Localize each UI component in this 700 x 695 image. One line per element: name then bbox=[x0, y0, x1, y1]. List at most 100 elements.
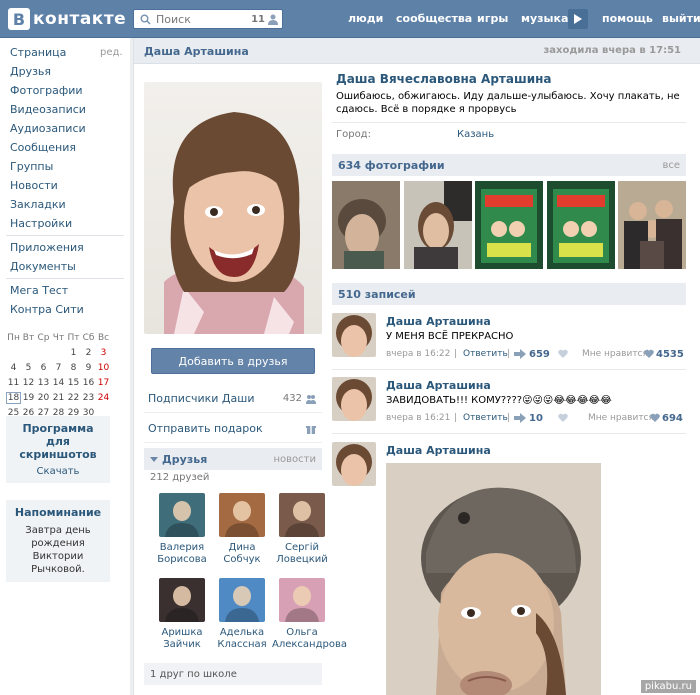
nav-help[interactable]: помощь bbox=[602, 12, 653, 25]
calendar-day[interactable]: 19 bbox=[21, 393, 36, 403]
menu-audio[interactable]: Аудиозаписи bbox=[10, 122, 86, 135]
photo-thumb[interactable] bbox=[618, 181, 686, 269]
nav-people[interactable]: люди bbox=[348, 12, 383, 25]
school-friends-bar[interactable]: 1 друг по школе bbox=[144, 663, 322, 685]
nav-games[interactable]: игры bbox=[477, 12, 508, 25]
menu-photos[interactable]: Фотографии bbox=[10, 84, 83, 97]
play-button[interactable] bbox=[568, 9, 588, 29]
menu-apps[interactable]: Приложения bbox=[10, 241, 84, 254]
calendar-day[interactable]: 3 bbox=[96, 348, 111, 358]
calendar-day[interactable]: 20 bbox=[36, 393, 51, 403]
menu-documents[interactable]: Документы bbox=[10, 260, 76, 273]
calendar-day[interactable]: 18 bbox=[6, 391, 21, 404]
menu-news[interactable]: Новости bbox=[10, 179, 58, 192]
calendar-day[interactable]: 7 bbox=[51, 363, 66, 373]
post-author-name[interactable]: Даша Арташина bbox=[386, 444, 491, 457]
nav-music[interactable]: музыка bbox=[521, 12, 568, 25]
heart-icon[interactable] bbox=[644, 349, 654, 362]
profile-avatar[interactable] bbox=[144, 82, 322, 334]
menu-edit-link[interactable]: ред. bbox=[100, 47, 123, 58]
menu-groups[interactable]: Группы bbox=[10, 160, 53, 173]
menu-app-mega-test[interactable]: Мега Тест bbox=[10, 284, 68, 297]
photos-all-link[interactable]: все bbox=[662, 160, 680, 171]
post-time[interactable]: вчера в 16:22 bbox=[386, 349, 450, 359]
post-author-name[interactable]: Даша Арташина bbox=[386, 315, 491, 328]
friend-name[interactable]: Ольга Александрова bbox=[272, 627, 347, 651]
repost-icon[interactable] bbox=[514, 413, 526, 426]
person-icon[interactable] bbox=[268, 14, 278, 25]
friend-card[interactable]: Дина Собчук bbox=[212, 493, 272, 566]
friends-count[interactable]: 212 друзей bbox=[150, 472, 209, 483]
friend-photo[interactable] bbox=[219, 578, 265, 622]
repost-icon[interactable] bbox=[514, 349, 526, 362]
calendar-day[interactable]: 11 bbox=[6, 378, 21, 388]
post-author-avatar[interactable] bbox=[332, 377, 376, 421]
friend-name[interactable]: Аделька Классная bbox=[212, 627, 272, 651]
friend-photo[interactable] bbox=[279, 578, 325, 622]
menu-app-contra-city[interactable]: Контра Сити bbox=[10, 303, 84, 316]
city-value[interactable]: Казань bbox=[457, 129, 494, 140]
friends-news-link[interactable]: новости bbox=[274, 454, 317, 465]
calendar-day[interactable]: 14 bbox=[51, 378, 66, 388]
calendar-day[interactable]: 21 bbox=[51, 393, 66, 403]
calendar-day[interactable]: 24 bbox=[96, 393, 111, 403]
post-author-avatar[interactable] bbox=[332, 442, 376, 486]
wall-section-header[interactable]: 510 записей bbox=[332, 283, 686, 305]
promo-download-link[interactable]: Скачать bbox=[10, 466, 106, 477]
nav-communities[interactable]: сообщества bbox=[396, 12, 472, 25]
calendar-day[interactable]: 17 bbox=[96, 378, 111, 388]
calendar-day[interactable]: 12 bbox=[21, 378, 36, 388]
photo-thumb[interactable] bbox=[546, 181, 615, 269]
menu-messages[interactable]: Сообщения bbox=[10, 141, 76, 154]
friends-section-header[interactable]: Друзья новости bbox=[144, 448, 322, 470]
friend-name[interactable]: Сергій Ловецкий bbox=[272, 542, 332, 566]
friend-photo[interactable] bbox=[219, 493, 265, 537]
photo-thumb[interactable] bbox=[475, 181, 543, 269]
calendar-day[interactable]: 13 bbox=[36, 378, 51, 388]
calendar-day[interactable]: 16 bbox=[81, 378, 96, 388]
friend-card[interactable]: Валерия Борисова bbox=[152, 493, 212, 566]
friend-name[interactable]: Валерия Борисова bbox=[152, 542, 212, 566]
calendar-day[interactable]: 6 bbox=[36, 363, 51, 373]
friend-card[interactable]: Аришка Зайчик bbox=[152, 578, 212, 651]
calendar-day[interactable]: 1 bbox=[66, 348, 81, 358]
friend-card[interactable]: Ольга Александрова bbox=[272, 578, 347, 651]
friend-photo[interactable] bbox=[159, 493, 205, 537]
calendar-day[interactable]: 22 bbox=[66, 393, 81, 403]
calendar-day[interactable]: 4 bbox=[6, 363, 21, 373]
post-time[interactable]: вчера в 16:21 bbox=[386, 413, 450, 423]
photo-thumb[interactable] bbox=[332, 181, 400, 269]
nav-logout[interactable]: выйти bbox=[662, 12, 700, 25]
menu-my-page[interactable]: Страница bbox=[10, 46, 66, 59]
subscribers-row[interactable]: Подписчики Даши 432 bbox=[144, 385, 322, 413]
menu-videos[interactable]: Видеозаписи bbox=[10, 103, 86, 116]
send-gift-row[interactable]: Отправить подарок bbox=[144, 415, 322, 443]
friend-photo[interactable] bbox=[159, 578, 205, 622]
photos-section-header[interactable]: 634 фотографии все bbox=[332, 154, 686, 176]
heart-icon[interactable] bbox=[650, 413, 660, 426]
reminder-text[interactable]: Завтра день рождения Виктории Рычковой. bbox=[10, 524, 106, 576]
search-input[interactable]: Поиск 11 bbox=[133, 9, 283, 29]
calendar-day[interactable]: 10 bbox=[96, 363, 111, 373]
friend-name[interactable]: Дина Собчук bbox=[212, 542, 272, 566]
calendar-day[interactable]: 15 bbox=[66, 378, 81, 388]
post-author-name[interactable]: Даша Арташина bbox=[386, 379, 491, 392]
post-photo[interactable] bbox=[386, 463, 601, 695]
menu-bookmarks[interactable]: Закладки bbox=[10, 198, 66, 211]
add-friend-button[interactable]: Добавить в друзья bbox=[151, 348, 315, 374]
menu-friends[interactable]: Друзья bbox=[10, 65, 51, 78]
post-likes-label[interactable]: Мне нравится bbox=[588, 413, 654, 423]
post-likes-label[interactable]: Мне нравится bbox=[582, 349, 648, 359]
calendar-day[interactable]: 8 bbox=[66, 363, 81, 373]
calendar-day[interactable]: 2 bbox=[81, 348, 96, 358]
photo-thumb[interactable] bbox=[403, 181, 472, 269]
post-reply-link[interactable]: Ответить bbox=[463, 413, 508, 423]
friend-card[interactable]: Аделька Классная bbox=[212, 578, 272, 651]
menu-settings[interactable]: Настройки bbox=[10, 217, 72, 230]
vk-logo[interactable]: B контакте bbox=[8, 8, 126, 30]
calendar-day[interactable]: 5 bbox=[21, 363, 36, 373]
friend-card[interactable]: Сергій Ловецкий bbox=[272, 493, 332, 566]
post-reply-link[interactable]: Ответить bbox=[463, 349, 508, 359]
post-author-avatar[interactable] bbox=[332, 313, 376, 357]
promo-title[interactable]: Программа для скриншотов bbox=[10, 422, 106, 461]
